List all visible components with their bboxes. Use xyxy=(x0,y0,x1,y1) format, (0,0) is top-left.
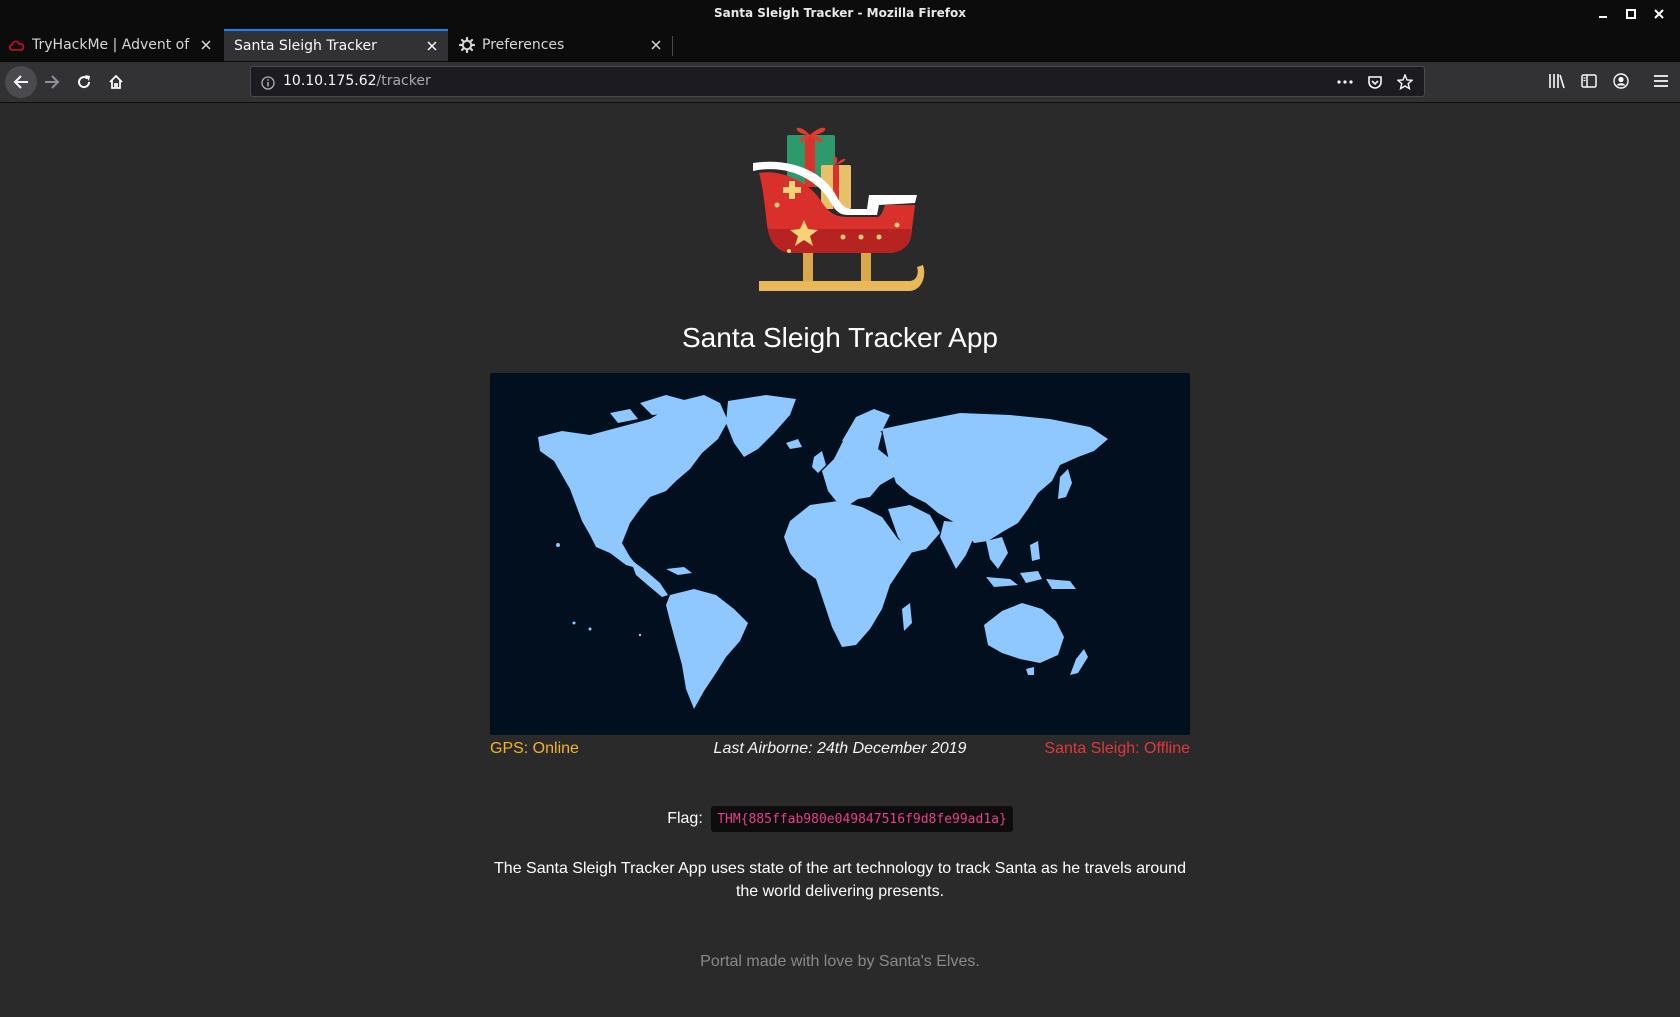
window-titlebar: Santa Sleigh Tracker - Mozilla Firefox xyxy=(0,0,1680,28)
app-description: The Santa Sleigh Tracker App uses state … xyxy=(494,860,1186,900)
app-title: Santa Sleigh Tracker App xyxy=(682,322,998,353)
close-tab-icon[interactable] xyxy=(648,37,664,53)
tryhackme-favicon-icon xyxy=(8,36,26,54)
footer-text: Portal made with love by Santa's Elves. xyxy=(700,953,980,970)
forward-button[interactable] xyxy=(38,68,66,96)
sleigh-logo xyxy=(753,127,925,291)
window-controls xyxy=(1596,7,1666,21)
pocket-icon[interactable] xyxy=(1366,73,1384,91)
sidebar-icon[interactable] xyxy=(1580,72,1598,90)
bookmark-star-icon[interactable] xyxy=(1396,73,1414,91)
tab-label: Preferences xyxy=(482,37,565,53)
tab-label: TryHackMe | Advent of C xyxy=(32,37,192,53)
account-icon[interactable] xyxy=(1612,72,1630,90)
page-content: Santa Sleigh Tracker App GPS: Online Las… xyxy=(0,103,1680,1017)
flag-row: Flag: THM{885ffab980e049847516f9d8fe99ad… xyxy=(0,806,1680,832)
tab-strip: TryHackMe | Advent of C Santa Sleigh Tra… xyxy=(0,28,1680,80)
site-info-icon[interactable] xyxy=(261,75,275,90)
gear-icon xyxy=(458,36,476,54)
home-button[interactable] xyxy=(102,68,130,96)
hamburger-menu-icon[interactable] xyxy=(1652,72,1670,90)
library-icon[interactable] xyxy=(1548,72,1566,90)
url-text: 10.10.175.62/tracker xyxy=(283,73,431,89)
page-actions-icon[interactable] xyxy=(1336,73,1354,91)
navigation-bar: 10.10.175.62/tracker xyxy=(0,62,1680,103)
url-bar[interactable]: 10.10.175.62/tracker xyxy=(250,66,1425,97)
window-title: Santa Sleigh Tracker - Mozilla Firefox xyxy=(713,6,967,20)
status-row: GPS: Online Last Airborne: 24th December… xyxy=(490,738,1190,762)
tab-preferences[interactable]: Preferences xyxy=(450,29,672,61)
tab-santa-sleigh-tracker[interactable]: Santa Sleigh Tracker xyxy=(224,29,448,61)
flag-label: Flag: xyxy=(667,810,703,827)
minimize-icon[interactable] xyxy=(1596,7,1610,21)
close-tab-icon[interactable] xyxy=(198,37,214,53)
url-host: 10.10.175.62 xyxy=(283,73,377,89)
maximize-icon[interactable] xyxy=(1624,7,1638,21)
sleigh-status: Santa Sleigh: Offline xyxy=(1044,740,1190,757)
close-window-icon[interactable] xyxy=(1652,7,1666,21)
close-tab-icon[interactable] xyxy=(424,38,440,54)
tab-tryhackme[interactable]: TryHackMe | Advent of C xyxy=(0,29,222,61)
url-path: /tracker xyxy=(376,73,431,89)
tab-label: Santa Sleigh Tracker xyxy=(234,38,377,54)
tab-separator xyxy=(672,36,673,56)
world-map xyxy=(490,373,1190,735)
back-button[interactable] xyxy=(5,66,37,98)
reload-button[interactable] xyxy=(70,68,98,96)
flag-code: THM{885ffab980e049847516f9d8fe99ad1a} xyxy=(711,806,1013,832)
